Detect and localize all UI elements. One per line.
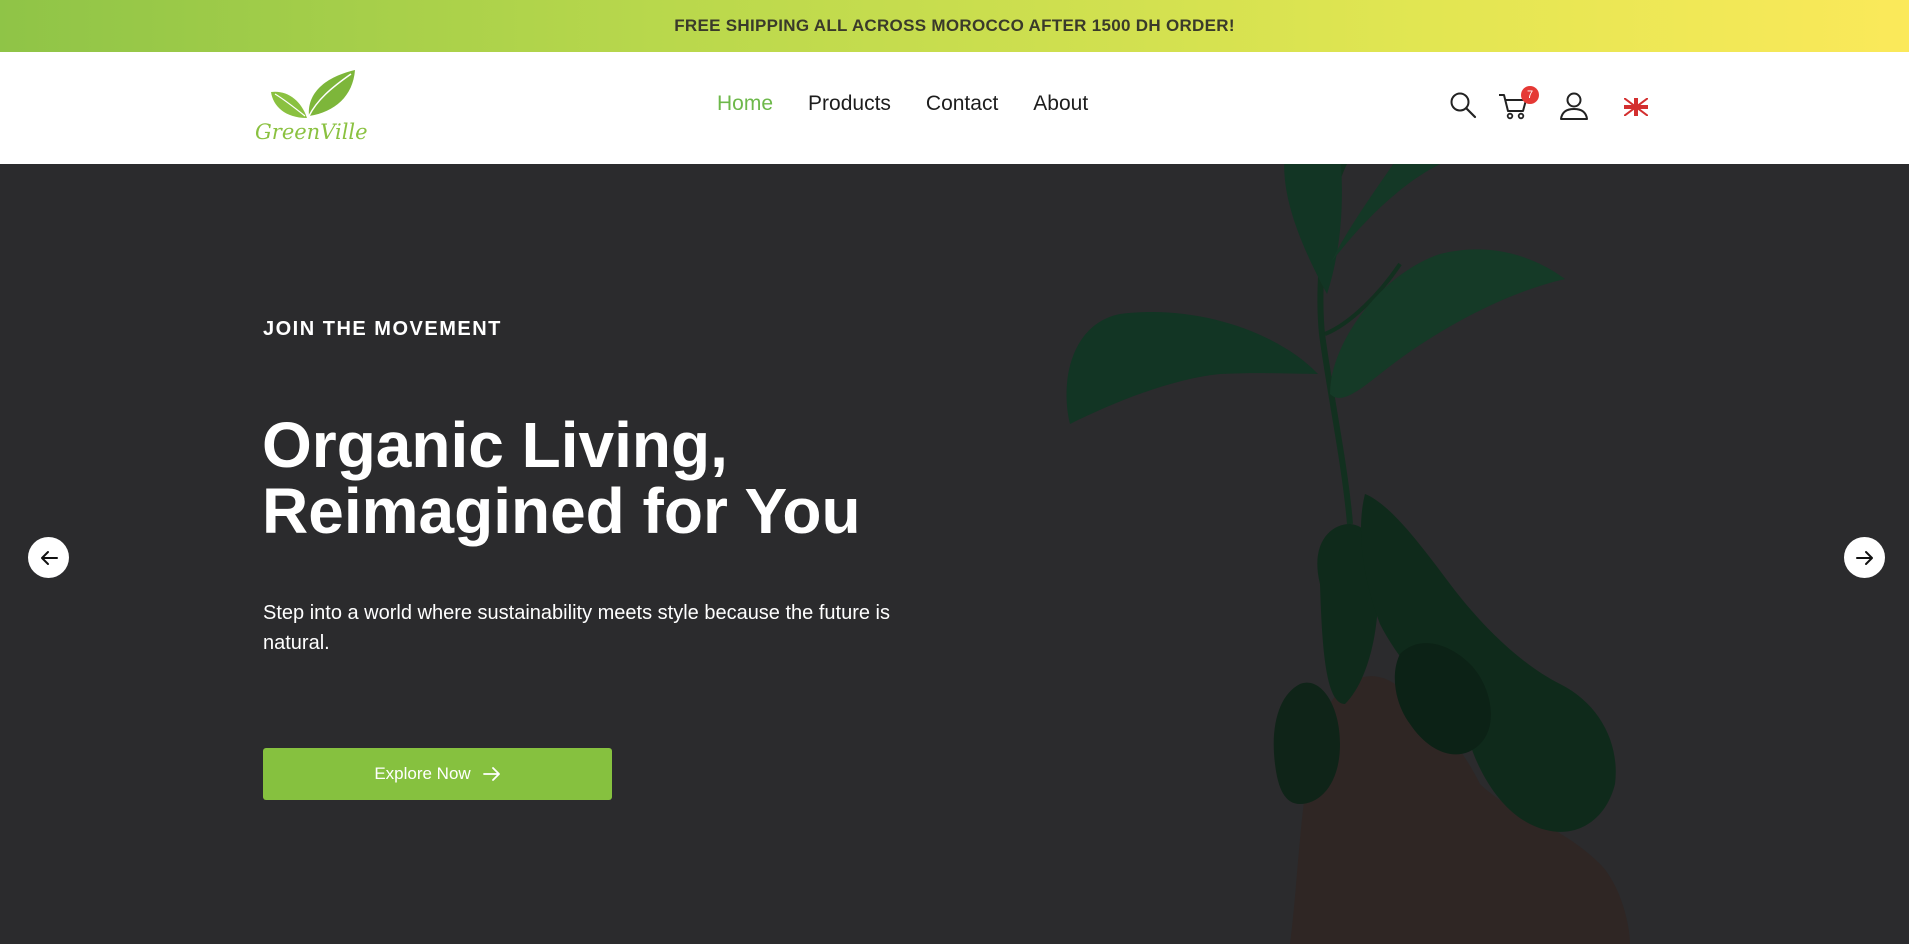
explore-now-label: Explore Now bbox=[374, 764, 471, 783]
hero-subtext: Step into a world where sustainability m… bbox=[263, 602, 890, 654]
user-icon[interactable] bbox=[1558, 90, 1592, 124]
site-header: GreenVille Home Products Contact About 7 bbox=[0, 52, 1909, 164]
promo-text: FREE SHIPPING ALL ACROSS MOROCCO AFTER 1… bbox=[674, 16, 1235, 35]
hero-headline-line1: Organic Living, bbox=[262, 409, 728, 481]
hero-headline: Organic Living, Reimagined for You bbox=[262, 412, 982, 544]
slider-prev-button[interactable] bbox=[28, 537, 69, 578]
promo-bar: FREE SHIPPING ALL ACROSS MOROCCO AFTER 1… bbox=[0, 0, 1909, 52]
logo-text: GreenVille bbox=[255, 120, 368, 144]
uk-flag-icon[interactable] bbox=[1623, 97, 1649, 117]
arrow-left-icon bbox=[40, 550, 58, 565]
nav-home[interactable]: Home bbox=[717, 92, 773, 116]
hero-headline-line2: Reimagined for You bbox=[262, 475, 861, 547]
main-nav: Home Products Contact About bbox=[717, 92, 1123, 116]
nav-contact[interactable]: Contact bbox=[926, 92, 998, 116]
slider-next-button[interactable] bbox=[1844, 537, 1885, 578]
hero-eyebrow: JOIN THE MOVEMENT bbox=[263, 318, 502, 340]
cart-count-badge: 7 bbox=[1521, 86, 1539, 104]
nav-products[interactable]: Products bbox=[808, 92, 891, 116]
explore-now-button[interactable]: Explore Now bbox=[263, 748, 612, 800]
hero-plant-image bbox=[0, 164, 1909, 944]
search-icon[interactable] bbox=[1448, 90, 1482, 124]
arrow-right-icon bbox=[1855, 550, 1873, 565]
nav-about[interactable]: About bbox=[1033, 92, 1088, 116]
arrow-right-icon bbox=[482, 767, 500, 781]
hero-section: JOIN THE MOVEMENT Organic Living, Reimag… bbox=[0, 164, 1909, 944]
logo[interactable]: GreenVille bbox=[255, 70, 368, 150]
